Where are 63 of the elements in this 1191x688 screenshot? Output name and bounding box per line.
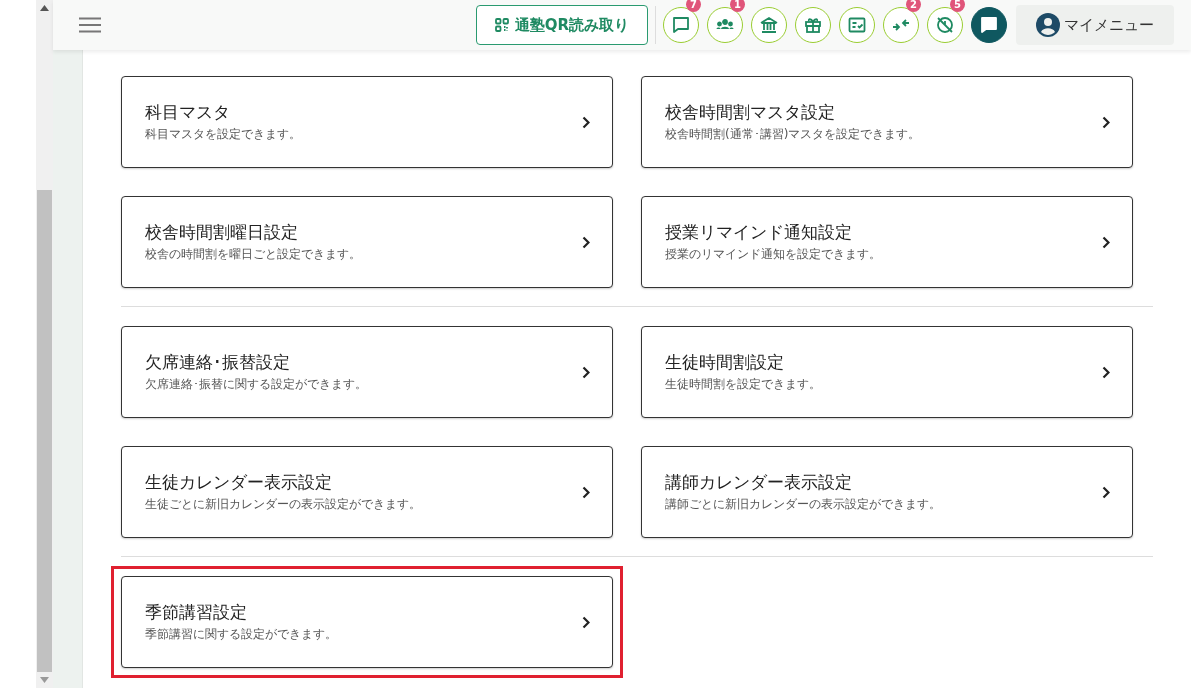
settings-card[interactable]: 欠席連絡･振替設定 欠席連絡･振替に関する設定ができます。: [121, 326, 613, 418]
menu-icon: [79, 17, 101, 33]
qr-scan-button[interactable]: 通塾QR読み取り: [475, 5, 648, 45]
card-title: 欠席連絡･振替設定: [145, 351, 291, 374]
chevron-right-icon: [582, 115, 590, 129]
card-description: 講師ごとに新旧カレンダーの表示設定ができます。: [665, 496, 942, 513]
chevron-right-icon: [1102, 365, 1110, 379]
settings-card[interactable]: 生徒時間割設定 生徒時間割を設定できます。: [641, 326, 1133, 418]
icon-button[interactable]: [663, 7, 699, 43]
building-icon: [759, 15, 779, 35]
chevron-right-icon: [1102, 485, 1110, 499]
card-description: 生徒時間割を設定できます。: [665, 376, 822, 393]
card-title: 講師カレンダー表示設定: [665, 471, 853, 494]
checklist-icon: [847, 15, 867, 35]
scroll-down-icon[interactable]: [40, 677, 49, 683]
chat-bubble-icon: [979, 15, 999, 35]
settings-card[interactable]: 季節講習設定 季節講習に関する設定ができます。: [121, 576, 613, 668]
settings-card[interactable]: 科目マスタ 科目マスタを設定できます。: [121, 76, 613, 168]
card-title: 校舎時間割マスタ設定: [665, 101, 836, 124]
card-title: 生徒カレンダー表示設定: [145, 471, 333, 494]
chat-button[interactable]: [971, 7, 1007, 43]
icon-button[interactable]: [927, 7, 963, 43]
icon-button[interactable]: [751, 7, 787, 43]
qr-icon: [494, 18, 509, 32]
icon-button[interactable]: [839, 7, 875, 43]
card-title: 科目マスタ: [145, 101, 231, 124]
chevron-right-icon: [582, 485, 590, 499]
chat-bubble-icon: [671, 15, 691, 35]
scrollbar[interactable]: [36, 0, 53, 688]
card-description: 校舎時間割(通常･講習)マスタを設定できます。: [665, 126, 922, 143]
card-description: 授業のリマインド通知を設定できます。: [665, 246, 882, 263]
chevron-right-icon: [1102, 115, 1110, 129]
user-avatar-icon: [1036, 13, 1060, 37]
card-title: 生徒時間割設定: [665, 351, 785, 374]
chevron-right-icon: [1102, 235, 1110, 249]
notification-badge: 7: [686, 0, 701, 12]
scrollbar-thumb[interactable]: [37, 190, 52, 672]
card-title: 季節講習設定: [145, 601, 248, 624]
my-menu-button[interactable]: マイメニュー: [1016, 5, 1174, 45]
settings-card[interactable]: 講師カレンダー表示設定 講師ごとに新旧カレンダーの表示設定ができます。: [641, 446, 1133, 538]
scroll-up-icon[interactable]: [40, 5, 49, 11]
settings-card[interactable]: 授業リマインド通知設定 授業のリマインド通知を設定できます。: [641, 196, 1133, 288]
chevron-right-icon: [582, 235, 590, 249]
chevron-right-icon: [582, 365, 590, 379]
gift-icon: [803, 15, 823, 35]
card-description: 欠席連絡･振替に関する設定ができます。: [145, 376, 368, 393]
icon-button[interactable]: [883, 7, 919, 43]
card-description: 校舎の時間割を曜日ごと設定できます。: [145, 246, 362, 263]
notification-badge: 5: [950, 0, 965, 12]
notification-badge: 2: [906, 0, 921, 12]
notification-badge: 1: [730, 0, 745, 12]
settings-card[interactable]: 生徒カレンダー表示設定 生徒ごとに新旧カレンダーの表示設定ができます。: [121, 446, 613, 538]
settings-card[interactable]: 校舎時間割曜日設定 校舎の時間割を曜日ごと設定できます。: [121, 196, 613, 288]
card-description: 科目マスタを設定できます。: [145, 126, 302, 143]
card-description: 季節講習に関する設定ができます。: [145, 626, 338, 643]
icon-button[interactable]: [707, 7, 743, 43]
icon-button[interactable]: [795, 7, 831, 43]
chevron-right-icon: [582, 615, 590, 629]
card-title: 校舎時間割曜日設定: [145, 221, 299, 244]
card-description: 生徒ごとに新旧カレンダーの表示設定ができます。: [145, 496, 422, 513]
card-title: 授業リマインド通知設定: [665, 221, 853, 244]
settings-card[interactable]: 校舎時間割マスタ設定 校舎時間割(通常･講習)マスタを設定できます。: [641, 76, 1133, 168]
clock-off-icon: [935, 15, 955, 35]
